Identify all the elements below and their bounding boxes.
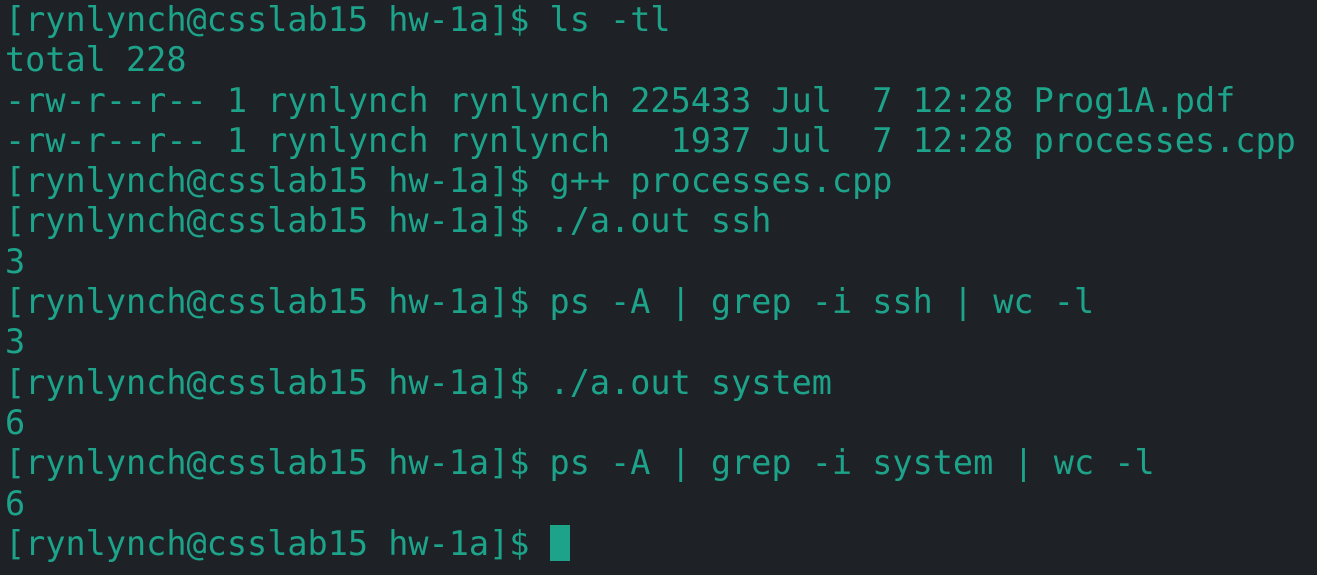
terminal-line: [rynlynch@csslab15 hw-1a]$ g++ processes… <box>5 161 893 201</box>
terminal-line: [rynlynch@csslab15 hw-1a]$ ps -A | grep … <box>5 282 1095 322</box>
terminal-line: [rynlynch@csslab15 hw-1a]$ ls -tl <box>5 0 671 39</box>
terminal-window[interactable]: [rynlynch@csslab15 hw-1a]$ ls -tl total … <box>0 0 1317 575</box>
terminal-line: [rynlynch@csslab15 hw-1a]$ ps -A | grep … <box>5 443 1155 483</box>
text-cursor <box>549 524 570 561</box>
terminal-line: -rw-r--r-- 1 rynlynch rynlynch 1937 Jul … <box>5 120 1296 160</box>
terminal-line: [rynlynch@csslab15 hw-1a]$ ./a.out syste… <box>5 362 832 402</box>
terminal-line: 6 <box>5 483 26 523</box>
terminal-line: 3 <box>5 241 26 281</box>
terminal-line: 3 <box>5 322 26 362</box>
shell-prompt: [rynlynch@csslab15 hw-1a]$ <box>5 523 550 563</box>
terminal-line: 6 <box>5 402 26 442</box>
terminal-line: [rynlynch@csslab15 hw-1a]$ ./a.out ssh <box>5 201 772 241</box>
terminal-line: -rw-r--r-- 1 rynlynch rynlynch 225433 Ju… <box>5 80 1236 120</box>
terminal-line: total 228 <box>5 40 187 80</box>
terminal-input-line[interactable]: [rynlynch@csslab15 hw-1a]$ <box>5 524 1317 564</box>
